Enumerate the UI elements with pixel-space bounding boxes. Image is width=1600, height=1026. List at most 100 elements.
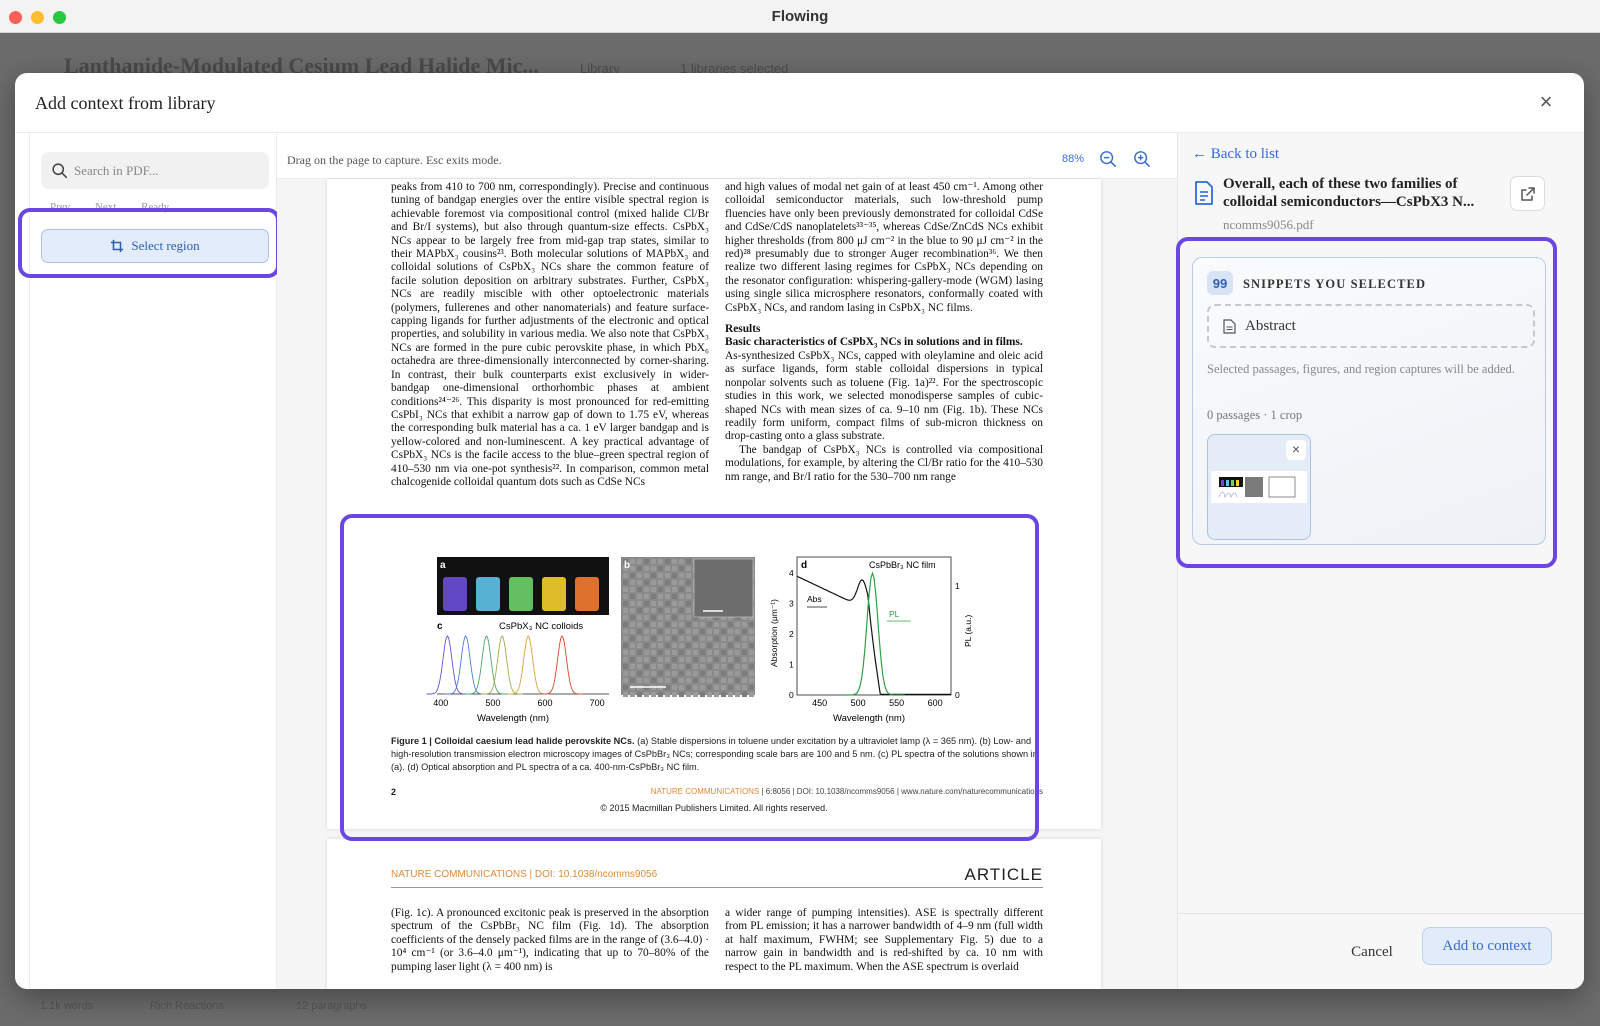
tem-nanocrystal: [658, 580, 663, 585]
tem-nanocrystal: [651, 608, 656, 613]
tem-nanocrystal: [707, 671, 712, 676]
page-header-article: ARTICLE: [964, 865, 1043, 884]
tem-nanocrystal: [672, 608, 677, 613]
tem-nanocrystal: [686, 566, 691, 571]
tem-nanocrystal: [672, 594, 677, 599]
tem-nanocrystal: [749, 657, 754, 662]
pdf-viewer[interactable]: Drag on the page to capture. Esc exits m…: [277, 133, 1177, 989]
tem-nanocrystal: [700, 636, 705, 641]
tem-nanocrystal: [637, 622, 642, 627]
tem-nanocrystal: [707, 692, 712, 697]
next-match-button[interactable]: Next: [95, 201, 116, 213]
tem-nanocrystal: [721, 622, 726, 627]
tem-nanocrystal: [630, 622, 635, 627]
tem-nanocrystal: [637, 636, 642, 641]
tem-nanocrystal: [637, 580, 642, 585]
tem-nanocrystal: [672, 643, 677, 648]
page-right-column: and high values of modal net gain of at …: [725, 181, 1043, 484]
page3-right-column: a wider range of pumping intensities). A…: [725, 907, 1043, 973]
tem-nanocrystal: [672, 587, 677, 592]
tem-nanocrystal: [644, 629, 649, 634]
tem-nanocrystal: [630, 601, 635, 606]
spectra-x-tick: 400: [433, 698, 448, 708]
pdf-search-input[interactable]: [74, 158, 260, 183]
tem-nanocrystal: [623, 692, 628, 697]
tem-nanocrystal: [700, 657, 705, 662]
tem-nanocrystal: [735, 664, 740, 669]
tem-nanocrystal: [651, 587, 656, 592]
viewer-toolbar: Drag on the page to capture. Esc exits m…: [277, 133, 1177, 179]
tem-nanocrystal: [679, 594, 684, 599]
film-x-tick: 550: [889, 698, 904, 708]
tem-nanocrystal: [623, 657, 628, 662]
tem-nanocrystal: [665, 671, 670, 676]
tem-nanocrystal: [672, 601, 677, 606]
page-left-column: peaks from 410 to 700 nm, correspondingl…: [391, 181, 709, 488]
tem-nanocrystal: [672, 615, 677, 620]
select-region-label: Select region: [131, 238, 200, 253]
tem-nanocrystal: [644, 587, 649, 592]
tem-nanocrystal: [651, 643, 656, 648]
abstract-snippet-chip[interactable]: Abstract: [1207, 304, 1535, 348]
tem-nanocrystal: [630, 692, 635, 697]
modal-close-button[interactable]: ×: [1534, 91, 1558, 115]
back-to-list-link[interactable]: ← Back to list: [1192, 146, 1279, 163]
pdf-page-2[interactable]: peaks from 410 to 700 nm, correspondingl…: [327, 179, 1101, 829]
tem-nanocrystal: [735, 636, 740, 641]
tem-nanocrystal: [623, 594, 628, 599]
quote-icon: 99: [1207, 271, 1233, 295]
tem-nanocrystal: [700, 650, 705, 655]
tem-nanocrystal: [735, 622, 740, 627]
prev-match-button[interactable]: Prev: [50, 201, 70, 213]
tem-nanocrystal: [658, 615, 663, 620]
background-footer-item: 12 paragraphs: [296, 1000, 367, 1012]
tem-nanocrystal: [637, 601, 642, 606]
tem-nanocrystal: [651, 650, 656, 655]
tem-nanocrystal: [728, 657, 733, 662]
tem-nanocrystal: [644, 657, 649, 662]
pl-spectrum-line: [426, 635, 469, 695]
tem-nanocrystal: [714, 657, 719, 662]
pl-spectrum-line: [541, 635, 583, 695]
tem-nanocrystal: [686, 664, 691, 669]
tem-nanocrystal: [644, 580, 649, 585]
tem-nanocrystal: [658, 573, 663, 578]
tem-nanocrystal: [630, 636, 635, 641]
tem-nanocrystal: [679, 636, 684, 641]
tem-nanocrystal: [637, 671, 642, 676]
tem-nanocrystal: [623, 664, 628, 669]
pdf-page-3[interactable]: NATURE COMMUNICATIONS | DOI: 10.1038/nco…: [327, 839, 1101, 989]
tem-nanocrystal: [630, 594, 635, 599]
zoom-in-icon[interactable]: [1133, 150, 1151, 168]
tem-nanocrystal: [644, 664, 649, 669]
open-external-button[interactable]: [1510, 176, 1545, 211]
search-icon: [52, 163, 68, 179]
cancel-button[interactable]: Cancel: [1338, 936, 1406, 968]
zoom-out-icon[interactable]: [1099, 150, 1117, 168]
add-to-context-button[interactable]: Add to context: [1422, 927, 1552, 965]
tem-nanocrystal: [651, 601, 656, 606]
right-panel: ← Back to list Overall, each of these tw…: [1176, 133, 1584, 989]
tem-nanocrystal: [700, 685, 705, 690]
tem-nanocrystal: [679, 566, 684, 571]
tem-nanocrystal: [623, 608, 628, 613]
select-region-button[interactable]: Select region: [41, 229, 269, 263]
tem-nanocrystal: [637, 692, 642, 697]
tem-nanocrystal: [686, 608, 691, 613]
pdf-search-box[interactable]: [41, 152, 269, 189]
tem-nanocrystal: [630, 678, 635, 683]
tem-nanocrystal: [749, 650, 754, 655]
tem-nanocrystal: [742, 622, 747, 627]
tem-nanocrystal: [637, 615, 642, 620]
add-context-modal: Add context from library × Prev Next Rea…: [15, 73, 1584, 989]
tem-nanocrystal: [679, 643, 684, 648]
journal-name: NATURE COMMUNICATIONS: [650, 787, 760, 796]
crop-thumbnail[interactable]: ×: [1207, 434, 1311, 540]
remove-crop-button[interactable]: ×: [1286, 440, 1306, 460]
vial: [509, 577, 533, 611]
tem-nanocrystal: [672, 657, 677, 662]
tem-nanocrystal: [693, 650, 698, 655]
snippets-count: 0 passages · 1 crop: [1207, 408, 1303, 422]
tem-nanocrystal: [700, 643, 705, 648]
spectra-x-tick: 500: [485, 698, 500, 708]
